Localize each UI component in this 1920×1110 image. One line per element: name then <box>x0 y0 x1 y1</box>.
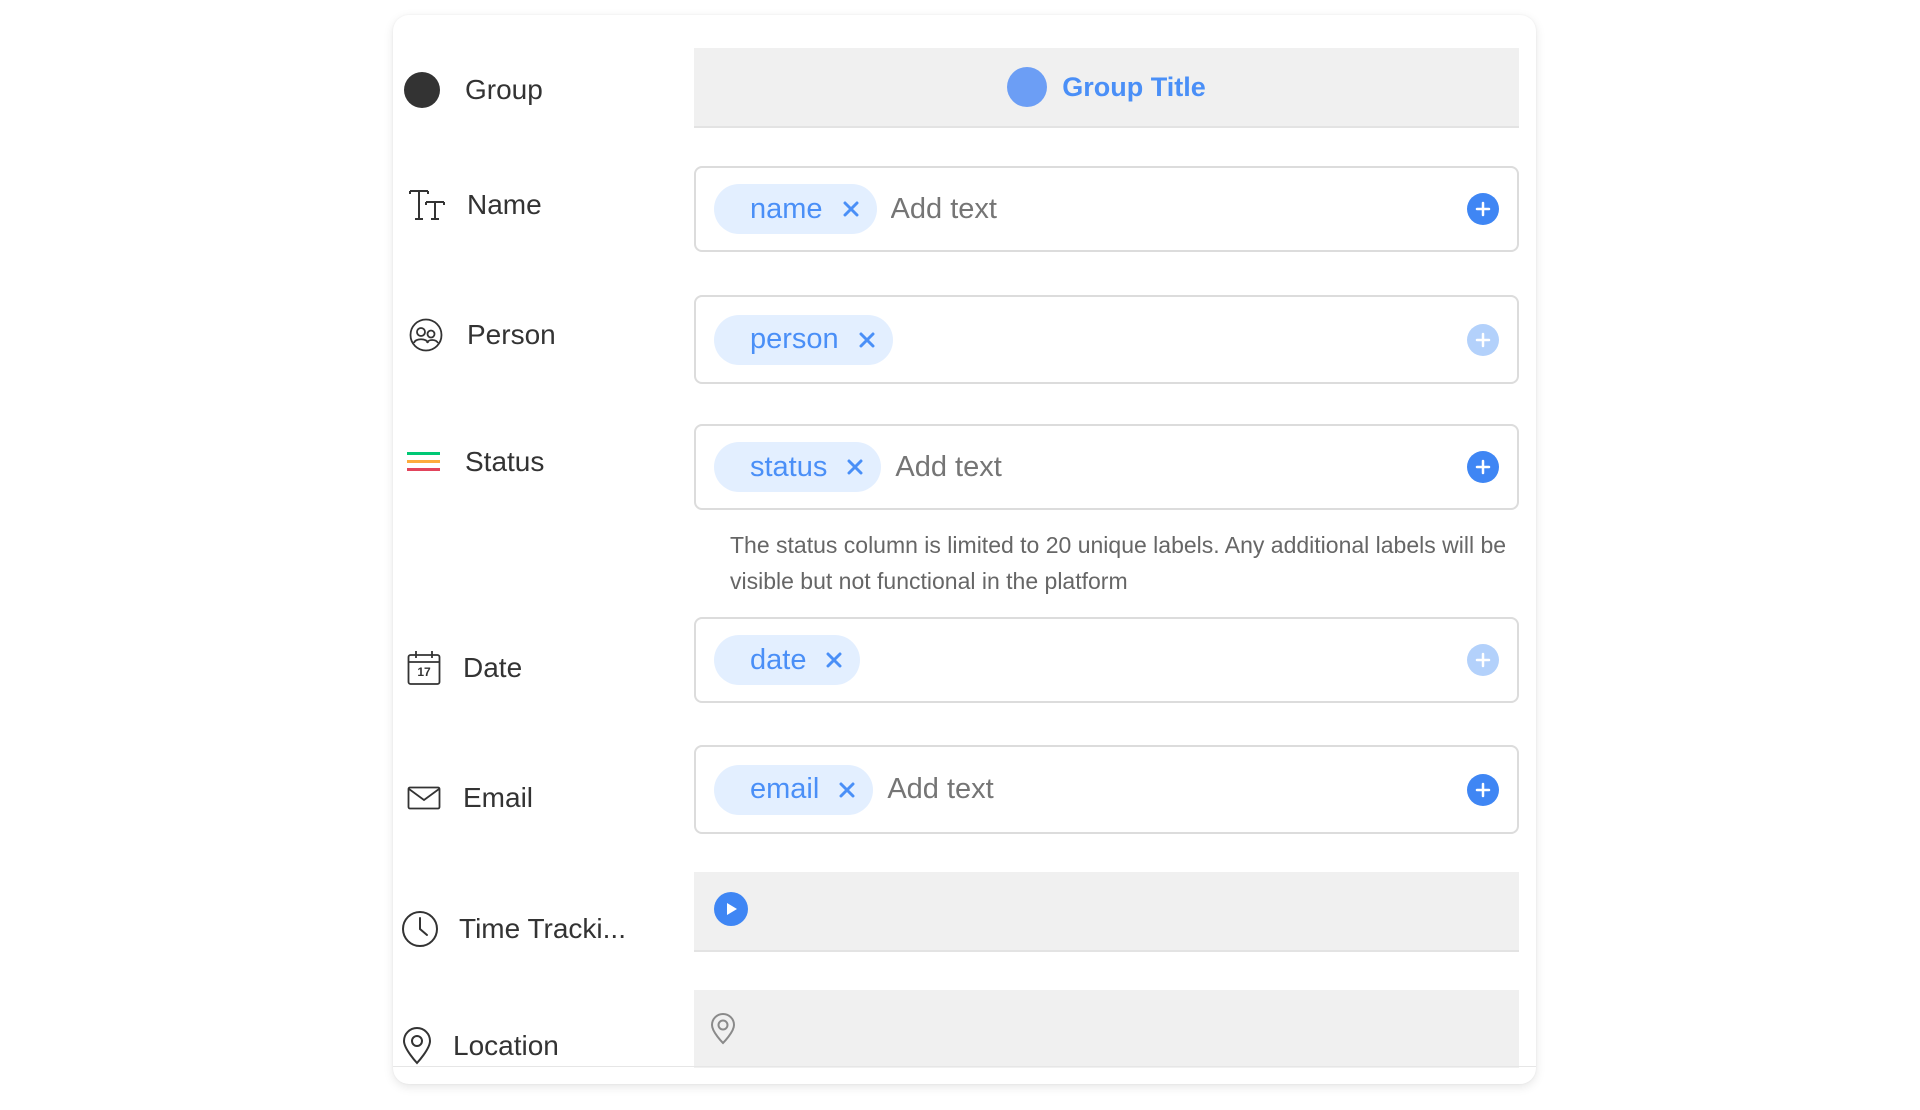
remove-tag-person-button[interactable] <box>859 332 875 348</box>
plus-icon <box>1475 459 1491 475</box>
label-email: Email <box>463 782 534 813</box>
column-mapping-card: Group Group Title Name name Add text Per… <box>393 15 1536 1084</box>
add-name-button[interactable] <box>1467 193 1499 225</box>
calendar-day: 17 <box>417 665 431 679</box>
label-time-tracking: Time Tracki... <box>459 913 626 944</box>
play-icon <box>727 903 737 915</box>
label-person: Person <box>467 319 556 350</box>
close-icon <box>859 332 875 347</box>
people-icon <box>407 317 445 353</box>
email-field[interactable]: email <box>694 745 1519 834</box>
plus-icon <box>1475 782 1491 797</box>
remove-tag-status-button[interactable] <box>847 459 863 475</box>
row-label-date: 17 Date <box>393 638 522 698</box>
group-color-dot <box>1007 67 1048 107</box>
add-status-button[interactable] <box>1467 451 1499 483</box>
map-pin-icon <box>401 1027 433 1065</box>
group-title: Group Title <box>1062 71 1206 102</box>
plus-icon <box>1475 332 1491 347</box>
tag-date: date <box>714 635 861 685</box>
close-icon <box>839 782 855 797</box>
status-limit-note: The status column is limited to 20 uniqu… <box>730 532 1507 594</box>
clock-icon <box>401 910 439 948</box>
time-tracking-field <box>694 872 1519 952</box>
label-group: Group <box>465 74 543 105</box>
envelope-icon <box>407 786 441 810</box>
close-icon <box>843 201 859 217</box>
remove-tag-email-button[interactable] <box>839 782 855 798</box>
status-field[interactable]: status <box>694 424 1519 510</box>
map-pin-icon <box>710 1013 736 1045</box>
status-add-text-input[interactable] <box>893 449 1517 485</box>
email-add-text-input[interactable] <box>885 772 1517 807</box>
text-type-icon <box>407 185 447 225</box>
row-label-location: Location <box>393 1016 559 1076</box>
close-icon <box>826 652 842 668</box>
group-title-field[interactable]: Group Title <box>694 48 1519 128</box>
row-label-email: Email <box>393 768 533 828</box>
add-email-button[interactable] <box>1467 773 1499 806</box>
name-field[interactable]: name <box>694 166 1519 252</box>
row-label-time-tracking: Time Tracki... <box>393 899 626 959</box>
play-button[interactable] <box>714 892 748 926</box>
label-date: Date <box>463 652 523 683</box>
tag-status: status <box>714 442 882 492</box>
location-field[interactable] <box>694 990 1519 1068</box>
remove-tag-name-button[interactable] <box>843 201 859 217</box>
add-person-button[interactable] <box>1467 323 1499 356</box>
row-label-group: Group <box>393 60 543 120</box>
label-location: Location <box>453 1030 559 1061</box>
tag-name-text: name <box>750 192 823 225</box>
plus-icon <box>1475 201 1491 217</box>
row-label-name: Name <box>393 175 542 235</box>
row-label-status: Status <box>393 432 544 492</box>
tag-status-text: status <box>750 450 828 483</box>
tag-name: name <box>714 184 877 234</box>
row-label-person: Person <box>393 305 556 365</box>
filled-circle-icon <box>403 72 441 108</box>
calendar-icon: 17 <box>407 650 441 686</box>
add-date-button[interactable] <box>1467 644 1499 676</box>
card-bottom-divider <box>393 1066 1536 1067</box>
remove-tag-date-button[interactable] <box>826 652 842 668</box>
name-add-text-input[interactable] <box>888 191 1517 227</box>
tag-email: email <box>714 764 874 815</box>
tag-date-text: date <box>750 643 807 676</box>
tag-person-text: person <box>750 323 839 355</box>
label-name: Name <box>467 189 542 220</box>
plus-icon <box>1475 652 1491 668</box>
close-icon <box>847 459 863 475</box>
status-lines-icon <box>407 451 441 473</box>
person-field[interactable]: person <box>694 295 1519 384</box>
tag-email-text: email <box>750 773 820 805</box>
label-status: Status <box>465 446 545 477</box>
date-field[interactable]: date <box>694 617 1519 703</box>
tag-person: person <box>714 314 893 365</box>
